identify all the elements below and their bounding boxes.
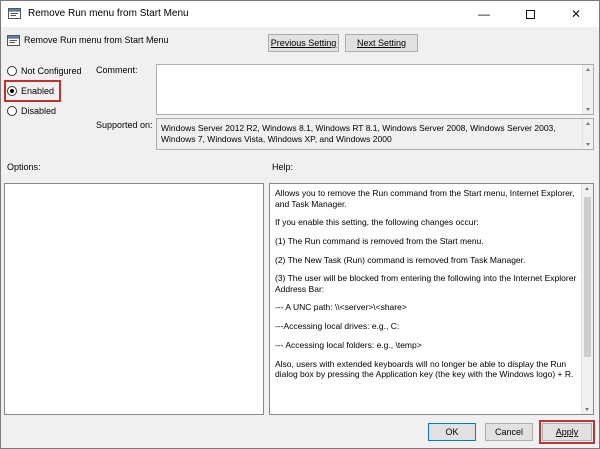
close-icon: ✕: [570, 7, 582, 21]
policy-setting-icon: [7, 35, 20, 46]
help-label: Help:: [272, 162, 294, 172]
window-title: Remove Run menu from Start Menu: [28, 8, 189, 19]
previous-setting-label: Previous Setting: [270, 38, 337, 48]
options-panel: [4, 183, 264, 415]
enabled-highlight-box: [4, 80, 61, 102]
cancel-label: Cancel: [494, 427, 523, 437]
help-paragraph: (2) The New Task (Run) command is remove…: [275, 254, 526, 265]
help-paragraph: If you enable this setting, the followin…: [275, 217, 479, 228]
title-bar[interactable]: Remove Run menu from Start Menu — ✕: [1, 1, 599, 27]
radio-circle-icon: [7, 106, 17, 116]
ok-button[interactable]: OK: [428, 423, 476, 441]
help-paragraph: --- A UNC path: \\<server>\<share>: [275, 302, 407, 313]
scroll-up-icon: [586, 68, 590, 71]
radio-disabled[interactable]: Disabled: [7, 106, 56, 116]
help-paragraph: ---Accessing local drives: e.g., C:: [275, 321, 400, 332]
comment-label: Comment:: [96, 65, 138, 75]
scroll-down-icon: [586, 108, 590, 111]
ok-label: OK: [445, 427, 459, 437]
comment-scrollbar[interactable]: [582, 65, 593, 114]
scroll-up-icon: [585, 187, 589, 190]
comment-textarea[interactable]: [156, 64, 594, 115]
supported-on-label: Supported on:: [96, 120, 153, 130]
help-paragraph: --- Accessing local folders: e.g., \temp…: [275, 339, 422, 350]
supported-scrollbar[interactable]: [582, 119, 593, 149]
help-paragraph: (1) The Run command is removed from the …: [275, 235, 484, 246]
help-scrollbar[interactable]: [581, 184, 593, 414]
minimize-button[interactable]: —: [461, 1, 507, 27]
scroll-up-icon: [586, 122, 590, 125]
next-setting-label: Next Setting: [356, 38, 407, 48]
apply-highlight-box: [539, 420, 595, 444]
help-paragraph: Also, users with extended keyboards will…: [275, 358, 574, 380]
cancel-button[interactable]: Cancel: [485, 423, 533, 441]
radio-circle-icon: [7, 66, 17, 76]
help-paragraph: Allows you to remove the Run command fro…: [275, 188, 575, 209]
supported-on-text: Windows Server 2012 R2, Windows 8.1, Win…: [156, 118, 594, 150]
radio-label: Not Configured: [21, 66, 82, 76]
help-scroll-thumb[interactable]: [584, 197, 591, 357]
help-paragraph: (3) The user will be blocked from enteri…: [275, 273, 577, 294]
policy-setting-icon: [8, 8, 21, 19]
close-button[interactable]: ✕: [553, 1, 599, 27]
radio-not-configured[interactable]: Not Configured: [7, 66, 82, 76]
scroll-down-icon: [585, 408, 589, 411]
maximize-button[interactable]: [507, 1, 553, 27]
scroll-down-icon: [586, 143, 590, 146]
policy-dialog: Remove Run menu from Start Menu — ✕ Remo…: [0, 0, 600, 449]
supported-on-value: Windows Server 2012 R2, Windows 8.1, Win…: [161, 123, 556, 144]
options-label: Options:: [7, 162, 41, 172]
setting-title: Remove Run menu from Start Menu: [24, 35, 169, 45]
help-text: Allows you to remove the Run command fro…: [275, 188, 580, 388]
minimize-icon: —: [478, 7, 490, 21]
radio-label: Disabled: [21, 106, 57, 116]
help-panel: Allows you to remove the Run command fro…: [269, 183, 594, 415]
maximize-icon: [525, 9, 535, 19]
previous-setting-button[interactable]: Previous Setting: [268, 34, 339, 52]
next-setting-button[interactable]: Next Setting: [345, 34, 418, 52]
